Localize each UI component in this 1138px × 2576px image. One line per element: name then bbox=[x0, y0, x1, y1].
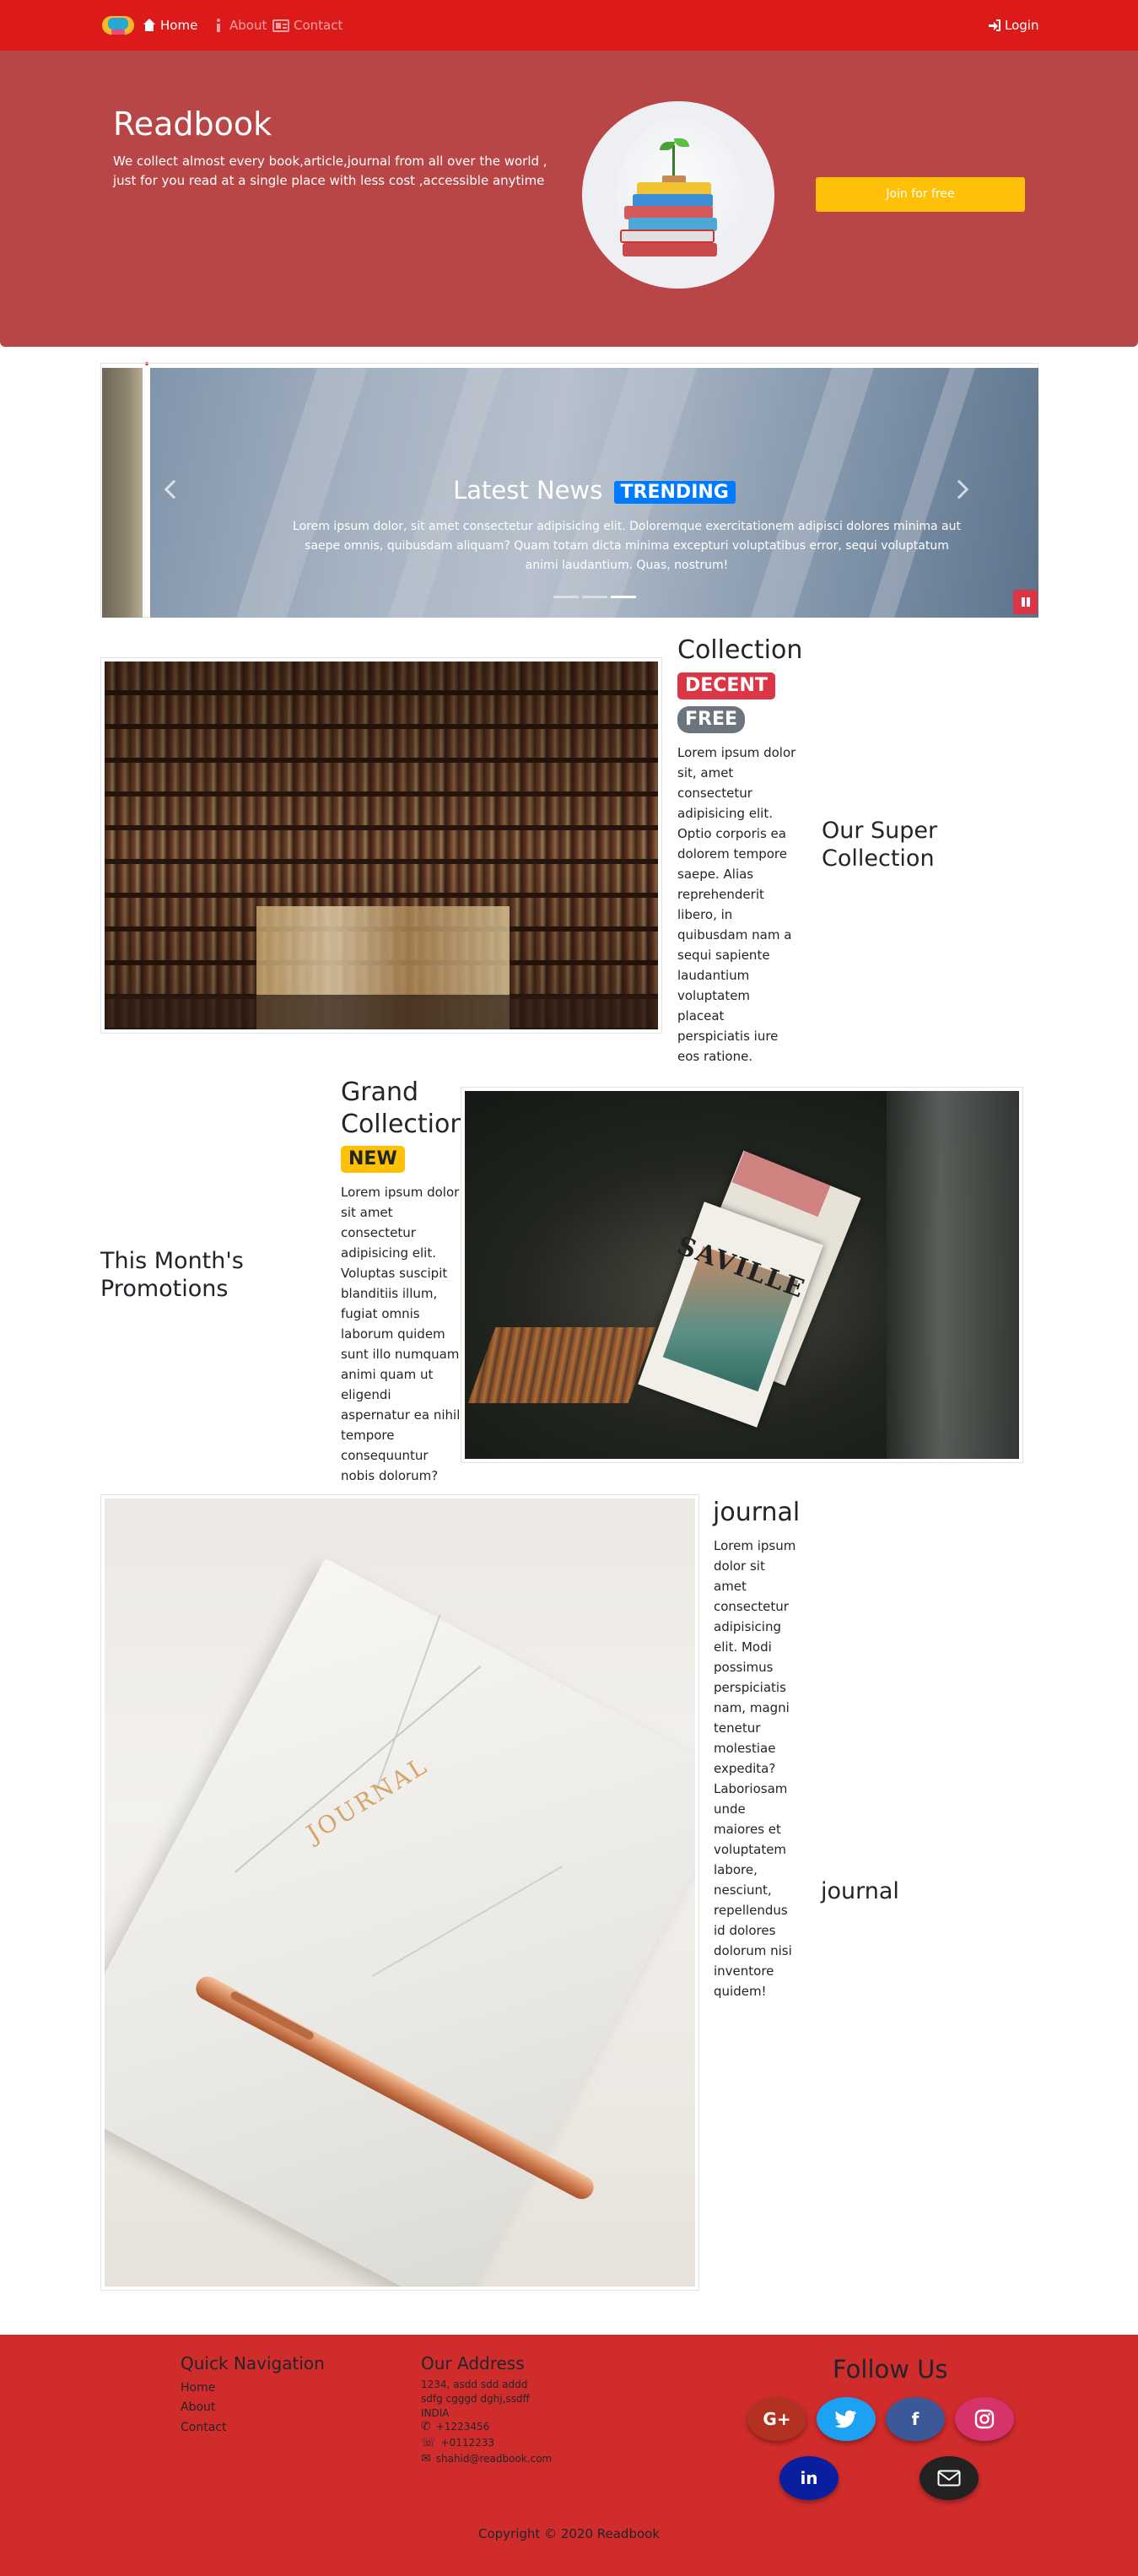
nav-about-label: About bbox=[229, 18, 267, 33]
trending-badge: TRENDING bbox=[613, 480, 736, 504]
carousel-indicator-active[interactable] bbox=[611, 596, 636, 598]
address-line-3: INDIA bbox=[421, 2407, 450, 2419]
grand-collection-description: Lorem ipsum dolor sit amet consectetur a… bbox=[341, 1185, 461, 1483]
footer-contact-link[interactable]: Contact bbox=[181, 2421, 226, 2434]
email-icon[interactable] bbox=[920, 2456, 979, 2500]
library-bookshelf-image bbox=[100, 657, 662, 1034]
nav-home-label: Home bbox=[160, 18, 198, 33]
home-icon bbox=[143, 19, 156, 32]
carousel-indicator[interactable] bbox=[553, 596, 579, 598]
phone-2: ☏ +0112233 bbox=[421, 2436, 494, 2449]
carousel-indicator[interactable] bbox=[582, 596, 607, 598]
id-card-icon bbox=[272, 19, 289, 32]
follow-us-title: Follow Us bbox=[833, 2355, 948, 2384]
carousel-pause-button[interactable] bbox=[1013, 590, 1038, 614]
login-link[interactable]: Login bbox=[989, 18, 1038, 33]
nav-contact-label: Contact bbox=[294, 18, 343, 33]
newspaper-slide-image: Latest News TRENDING Lorem ipsum dolor, … bbox=[150, 368, 1038, 618]
phone-2-number: +0112233 bbox=[440, 2437, 495, 2449]
twitter-icon[interactable] bbox=[817, 2397, 876, 2441]
carousel-title: Latest News bbox=[453, 476, 603, 505]
nav-home-link[interactable]: Home bbox=[143, 18, 197, 33]
google-plus-label: G+ bbox=[763, 2409, 791, 2429]
phone-icon: ✆ bbox=[421, 2420, 431, 2433]
quick-navigation-title: Quick Navigation bbox=[181, 2353, 325, 2373]
instagram-icon[interactable] bbox=[955, 2397, 1014, 2441]
journal-side-heading: journal bbox=[821, 1878, 899, 1904]
magazines-rack-image: SAVILLE bbox=[461, 1087, 1023, 1463]
facebook-label: f bbox=[911, 2409, 920, 2429]
fax-icon: ☏ bbox=[421, 2436, 436, 2449]
book-logo-icon[interactable] bbox=[102, 14, 134, 36]
our-address-title: Our Address bbox=[421, 2353, 525, 2373]
facebook-icon[interactable]: f bbox=[886, 2397, 945, 2441]
books-stack-illustration bbox=[582, 101, 774, 289]
phone-1-number: +1223456 bbox=[435, 2421, 490, 2433]
join-for-free-button[interactable]: Join for free bbox=[816, 177, 1025, 212]
hero-description: We collect almost every book,article,jou… bbox=[113, 154, 547, 188]
nav-about-link[interactable]: About bbox=[212, 18, 267, 33]
journal-title: journal bbox=[713, 1498, 801, 1527]
nav-contact-link[interactable]: Contact bbox=[272, 18, 342, 33]
envelope-icon: ✉ bbox=[421, 2452, 431, 2465]
login-label: Login bbox=[1005, 18, 1039, 33]
carousel-caption-text: Lorem ipsum dolor, sit amet consectetur … bbox=[293, 520, 961, 572]
footer-about-link[interactable]: About bbox=[181, 2400, 215, 2414]
collection-description: Lorem ipsum dolor sit, amet consectetur … bbox=[677, 745, 796, 1064]
decent-badge: DECENT bbox=[677, 672, 775, 699]
linkedin-icon[interactable]: in bbox=[779, 2456, 839, 2500]
copyright-text: Copyright © 2020 Readbook bbox=[477, 2526, 661, 2541]
free-badge: FREE bbox=[677, 706, 746, 733]
journal-description: Lorem ipsum dolor sit amet consectetur a… bbox=[714, 1538, 796, 1999]
google-plus-icon[interactable]: G+ bbox=[747, 2397, 806, 2441]
carousel-caption-title: Latest News TRENDING bbox=[150, 476, 1038, 505]
hero-title: Readbook bbox=[113, 105, 272, 143]
hero-jumbotron: Readbook We collect almost every book,ar… bbox=[0, 51, 1138, 347]
info-icon bbox=[212, 19, 225, 32]
email-address: shahid@readbook.com bbox=[435, 2453, 553, 2465]
super-collection-heading: Our Super Collection bbox=[822, 818, 938, 872]
journal-notebook-image: JOURNAL bbox=[100, 1494, 699, 2291]
address-line-2: sdfg cgggd dghj,ssdff bbox=[421, 2393, 530, 2405]
carousel-previous-slide-peek bbox=[102, 368, 143, 618]
linkedin-label: in bbox=[800, 2468, 818, 2488]
email-line: ✉ shahid@readbook.com bbox=[421, 2452, 552, 2465]
collection-title: Collection bbox=[677, 635, 803, 665]
address-line-1: 1234, asdd sdd addd bbox=[421, 2379, 528, 2390]
news-carousel: Latest News TRENDING Lorem ipsum dolor, … bbox=[100, 363, 1038, 618]
phone-1: ✆ +1223456 bbox=[421, 2420, 489, 2433]
promotions-heading: This Month's Promotions bbox=[100, 1248, 244, 1302]
sign-in-icon bbox=[989, 19, 1000, 31]
navbar: Home About Contact Login bbox=[0, 0, 1138, 51]
footer-home-link[interactable]: Home bbox=[181, 2381, 215, 2395]
new-badge: NEW bbox=[341, 1146, 405, 1173]
